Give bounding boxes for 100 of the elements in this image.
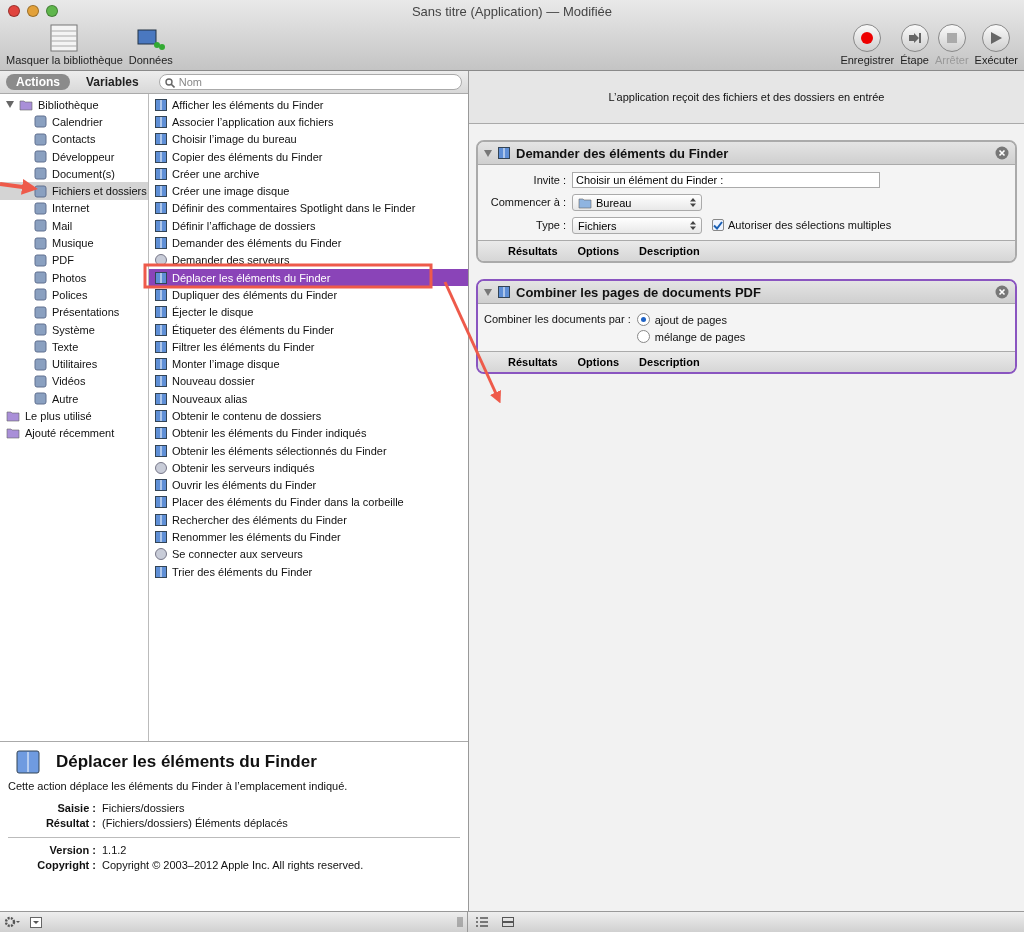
popup-button[interactable]: Fichiers: [572, 217, 702, 234]
sidebar-item[interactable]: Internet: [0, 199, 148, 218]
stepper-arrows-icon: [690, 221, 696, 230]
field-value: 1.1.2: [102, 844, 128, 856]
action-item[interactable]: Nouveaux alias: [149, 390, 468, 408]
action-item[interactable]: Définir des commentaires Spotlight dans le Finder: [149, 199, 468, 218]
action-item[interactable]: Demander des éléments du Finder: [149, 234, 468, 252]
action-item[interactable]: Trier des éléments du Finder: [149, 563, 468, 581]
card-tab[interactable]: Description: [639, 356, 700, 368]
sidebar-item[interactable]: Vidéos: [0, 372, 148, 391]
disclosure-icon[interactable]: [484, 288, 492, 296]
close-icon[interactable]: [995, 146, 1009, 160]
category-icon: [34, 323, 47, 336]
list-icon: [50, 24, 79, 52]
action-item[interactable]: Éjecter le disque: [149, 303, 468, 321]
search-field[interactable]: Nom: [158, 74, 462, 90]
stop-icon: [937, 24, 966, 52]
close-icon[interactable]: [995, 285, 1009, 299]
close-icon[interactable]: [8, 5, 20, 17]
action-item[interactable]: Rechercher des éléments du Finder: [149, 511, 468, 529]
zoom-icon[interactable]: [46, 5, 58, 17]
log-view-icon[interactable]: [502, 917, 514, 927]
action-item[interactable]: Obtenir les serveurs indiqués: [149, 459, 468, 477]
stepper-arrows-icon: [690, 198, 696, 207]
sidebar-item[interactable]: Autre: [0, 390, 148, 408]
library-tab[interactable]: Variables: [76, 74, 149, 90]
sidebar-item[interactable]: Système: [0, 320, 148, 339]
resize-handle-icon[interactable]: [457, 917, 463, 927]
checkbox[interactable]: [712, 219, 724, 231]
action-item[interactable]: Définir l’affichage de dossiers: [149, 217, 468, 235]
panel-toggle-icon[interactable]: [30, 916, 42, 928]
action-item[interactable]: Filtrer les éléments du Finder: [149, 338, 468, 356]
sidebar-item[interactable]: Document(s): [0, 165, 148, 183]
card-tab[interactable]: Résultats: [508, 356, 558, 368]
disclosure-icon[interactable]: [484, 149, 492, 157]
sidebar-item[interactable]: Mail: [0, 217, 148, 235]
action-title: Déplacer les éléments du Finder: [56, 752, 317, 772]
sidebar-item[interactable]: Texte: [0, 338, 148, 356]
media-icon: [136, 26, 165, 52]
action-item[interactable]: Copier des éléments du Finder: [149, 147, 468, 166]
minimize-icon[interactable]: [27, 5, 39, 17]
finder-icon: [155, 150, 167, 163]
action-card[interactable]: Demander des éléments du Finder Invite : Choisir un élément du Finder : Commencer à : Bureau Type : Fichiers Autoriser des sélections multiples Résultats Options Description: [476, 140, 1017, 263]
action-item[interactable]: Déplacer les éléments du Finder: [149, 268, 468, 287]
radio-label: ajout de pages: [654, 313, 727, 326]
sidebar-item[interactable]: Développeur: [0, 147, 148, 166]
action-item[interactable]: Associer l’application aux fichiers: [149, 113, 468, 131]
sidebar-item[interactable]: Ajouté récemment: [0, 424, 148, 442]
sidebar-item[interactable]: PDF: [0, 251, 148, 269]
action-item[interactable]: Se connecter aux serveurs: [149, 545, 468, 563]
action-item[interactable]: Monter l’image disque: [149, 355, 468, 373]
sidebar-item[interactable]: Utilitaires: [0, 355, 148, 373]
card-tab[interactable]: Options: [577, 356, 620, 368]
sidebar-item[interactable]: Musique: [0, 234, 148, 252]
gear-icon[interactable]: [4, 916, 20, 928]
field-label: Résultat :: [44, 817, 96, 829]
action-item[interactable]: Créer une archive: [149, 165, 468, 183]
card-tab[interactable]: Options: [577, 245, 620, 257]
toolbar-button[interactable]: Enregistrer: [840, 24, 895, 66]
card-tab[interactable]: Résultats: [508, 245, 558, 257]
finder-icon: [155, 444, 167, 457]
sidebar-item[interactable]: Présentations: [0, 303, 148, 321]
popup-button[interactable]: Bureau: [572, 194, 702, 211]
finder-icon: [155, 358, 167, 371]
action-card[interactable]: Combiner les pages de documents PDF Combiner les documents par : ajout de pages mélange de pages Résultats Options Description: [476, 279, 1017, 374]
toolbar-button[interactable]: Masquer la bibliothèque: [6, 24, 123, 66]
list-view-icon[interactable]: [476, 917, 488, 927]
annotation-arrow: [0, 179, 38, 195]
sidebar-item[interactable]: Calendrier: [0, 113, 148, 131]
sidebar-item[interactable]: Fichiers et dossiers: [0, 182, 148, 200]
window-title: Sans titre (Application) — Modifiée: [411, 3, 613, 19]
action-item[interactable]: Étiqueter des éléments du Finder: [149, 320, 468, 339]
sidebar-item[interactable]: Le plus utilisé: [0, 407, 148, 425]
action-item[interactable]: Afficher les éléments du Finder: [149, 96, 468, 114]
finder-icon: [155, 288, 167, 301]
action-item[interactable]: Obtenir les éléments du Finder indiqués: [149, 424, 468, 442]
toolbar-button[interactable]: Exécuter: [974, 24, 1018, 66]
action-item[interactable]: Ouvrir les éléments du Finder: [149, 476, 468, 494]
radio-button[interactable]: [636, 313, 650, 326]
text-field[interactable]: Choisir un élément du Finder :: [572, 172, 880, 188]
action-item[interactable]: Obtenir le contenu de dossiers: [149, 407, 468, 425]
action-item[interactable]: Dupliquer des éléments du Finder: [149, 286, 468, 304]
action-item[interactable]: Demander des serveurs: [149, 251, 468, 269]
card-tab[interactable]: Description: [639, 245, 700, 257]
sidebar-item[interactable]: Bibliothèque: [0, 96, 148, 114]
globe-icon: [155, 548, 167, 561]
action-item[interactable]: Placer des éléments du Finder dans la corbeille: [149, 493, 468, 512]
action-item[interactable]: Nouveau dossier: [149, 372, 468, 391]
sidebar-item[interactable]: Photos: [0, 268, 148, 287]
category-icon: [34, 288, 47, 302]
toolbar-button[interactable]: Données: [128, 26, 173, 66]
sidebar-item[interactable]: Contacts: [0, 130, 148, 148]
action-item[interactable]: Choisir l’image du bureau: [149, 130, 468, 148]
radio-button[interactable]: [636, 330, 650, 343]
action-item[interactable]: Renommer les éléments du Finder: [149, 528, 468, 546]
finder-icon: [155, 323, 167, 336]
action-item[interactable]: Créer une image disque: [149, 182, 468, 200]
action-item[interactable]: Obtenir les éléments sélectionnés du Finder: [149, 441, 468, 460]
sidebar-item[interactable]: Polices: [0, 286, 148, 304]
toolbar-button[interactable]: Étape: [900, 24, 929, 66]
